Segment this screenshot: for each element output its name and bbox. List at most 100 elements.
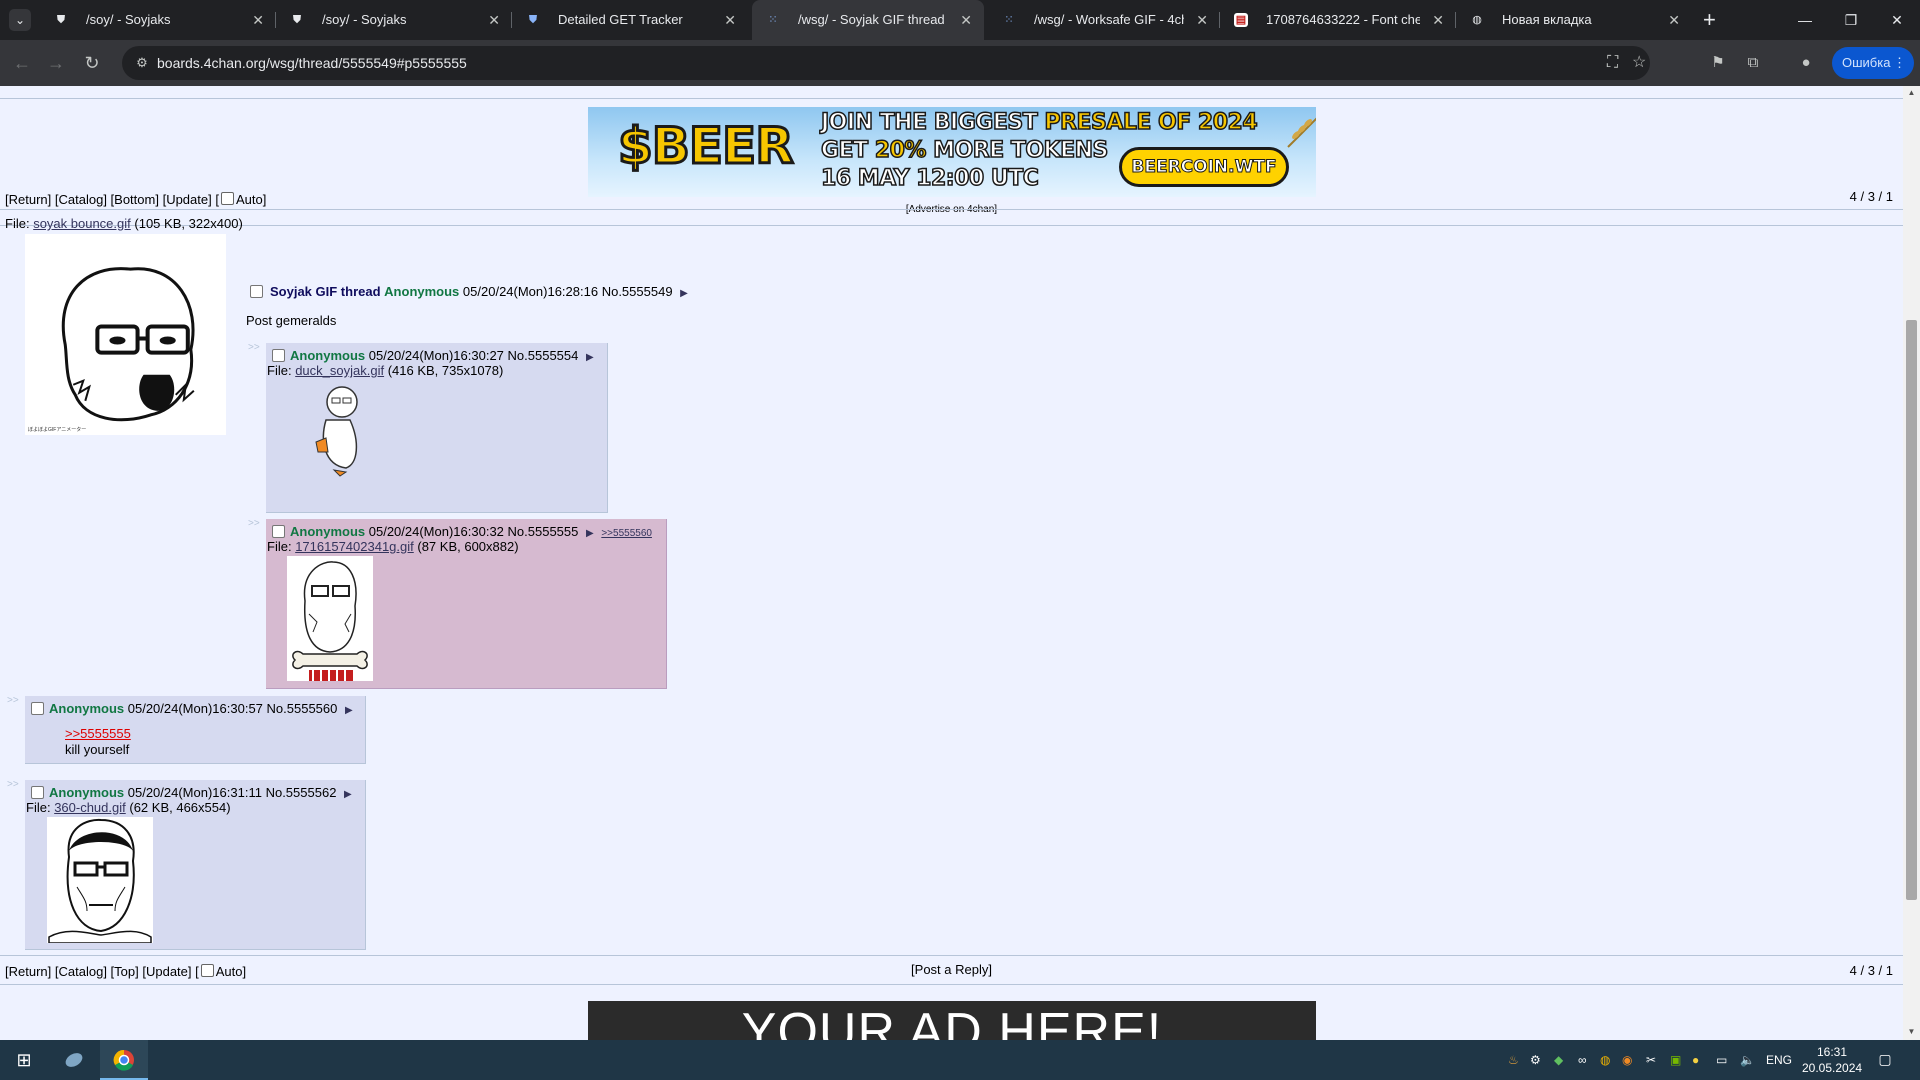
tray-icon-gpu[interactable]: ▣ xyxy=(1670,1040,1681,1080)
tray-icon-steam[interactable]: ⚙ xyxy=(1530,1040,1541,1080)
thread-nav-top: [Return] [Catalog] [Bottom] [Update] [Au… xyxy=(5,192,267,207)
divider xyxy=(0,98,1903,99)
close-icon[interactable]: ✕ xyxy=(960,12,972,28)
reply-post-5555562: Anonymous 05/20/24(Mon)16:31:11 No.55555… xyxy=(25,780,366,950)
app-icon-feather[interactable] xyxy=(50,1040,98,1080)
bottom-link[interactable]: Bottom xyxy=(114,192,155,207)
file-label: File: xyxy=(267,539,292,554)
close-icon[interactable]: ✕ xyxy=(1432,12,1444,28)
forward-icon[interactable]: → xyxy=(44,51,68,75)
extensions-puzzle-icon[interactable]: ⧉ xyxy=(1742,52,1764,74)
tab-search-icon[interactable]: ⌄ xyxy=(9,9,31,31)
reload-icon[interactable]: ↻ xyxy=(80,51,104,75)
tray-icon-tool[interactable]: ✂ xyxy=(1646,1040,1656,1080)
extension-vpn-icon[interactable]: ⚑ xyxy=(1707,52,1729,74)
file-label: File: xyxy=(5,216,30,231)
reply-select-checkbox[interactable] xyxy=(272,525,285,538)
post-menu-button[interactable]: ▶ xyxy=(586,528,594,539)
back-icon[interactable]: ← xyxy=(10,51,34,75)
auto-update-checkbox[interactable] xyxy=(220,192,234,205)
restore-icon[interactable]: ❐ xyxy=(1828,0,1874,40)
profile-avatar-icon[interactable]: ● xyxy=(1795,52,1817,74)
reply-file-link[interactable]: duck_soyjak.gif xyxy=(295,363,384,378)
profile-error-button[interactable]: Ошибка ⋮ xyxy=(1832,47,1914,79)
post-menu-button[interactable]: ▶ xyxy=(344,789,352,800)
new-tab-button[interactable]: + xyxy=(1703,8,1716,32)
catalog-link[interactable]: Catalog xyxy=(59,192,104,207)
scroll-down-icon[interactable]: ▼ xyxy=(1906,1027,1917,1036)
scroll-up-icon[interactable]: ▲ xyxy=(1906,88,1917,97)
post-datetime: 05/20/24(Mon)16:30:27 xyxy=(368,348,504,363)
top-banner-ad[interactable]: $BEER JOIN THE BIGGEST PRESALE OF 2024 G… xyxy=(588,107,1316,197)
ad-line-1: JOIN THE BIGGEST PRESALE OF 2024 xyxy=(820,109,1258,136)
windows-start-icon[interactable]: ⊞ xyxy=(0,1040,48,1080)
reply-thumbnail[interactable] xyxy=(306,380,366,480)
post-number-link[interactable]: No.5555555 xyxy=(508,524,579,539)
ad-line-3-text: 16 MAY 12:00 UTC xyxy=(820,165,1039,192)
tab-soy-1[interactable]: ⛊ /soy/ - Soyjaks ✕ xyxy=(40,0,276,40)
reply-select-checkbox[interactable] xyxy=(272,349,285,362)
clock-time: 16:31 xyxy=(1816,1045,1848,1059)
update-link[interactable]: Update xyxy=(166,192,208,207)
close-icon[interactable]: ✕ xyxy=(1668,12,1680,28)
language-indicator[interactable]: ENG xyxy=(1766,1040,1792,1080)
volume-icon[interactable]: 🔈 xyxy=(1740,1040,1755,1080)
reply-file-link[interactable]: 360-chud.gif xyxy=(54,800,126,815)
close-icon[interactable]: ✕ xyxy=(1196,12,1208,28)
menu-dots-icon[interactable]: ⋮ xyxy=(1893,47,1906,79)
close-icon[interactable]: ✕ xyxy=(252,12,264,28)
tray-icon-fire[interactable]: ♨ xyxy=(1508,1040,1519,1080)
scrollbar-thumb[interactable] xyxy=(1906,320,1917,900)
post-number-link[interactable]: No.5555549 xyxy=(602,284,673,299)
bottom-ad-banner[interactable]: YOUR AD HERE! xyxy=(588,1001,1316,1040)
post-menu-button[interactable]: ▶ xyxy=(586,352,594,363)
tab-get-tracker[interactable]: ⛊ Detailed GET Tracker ✕ xyxy=(512,0,748,40)
app-icon-chrome[interactable] xyxy=(100,1040,148,1080)
close-icon[interactable]: ✕ xyxy=(488,12,500,28)
backlink[interactable]: >>5555560 xyxy=(601,528,652,539)
bookmark-star-icon[interactable]: ☆ xyxy=(1632,54,1646,72)
op-file-link[interactable]: soyak bounce.gif xyxy=(33,216,131,231)
minimize-icon[interactable]: — xyxy=(1782,0,1828,40)
reply-thumbnail[interactable] xyxy=(287,556,373,681)
tray-icon-link[interactable]: ∞ xyxy=(1578,1040,1587,1080)
window-close-icon[interactable]: ✕ xyxy=(1874,0,1920,40)
post-datetime: 05/20/24(Mon)16:31:11 xyxy=(127,785,262,800)
op-select-checkbox[interactable] xyxy=(250,285,263,298)
tray-icon-app[interactable]: ◆ xyxy=(1554,1040,1563,1080)
post-number-link[interactable]: No.5555554 xyxy=(508,348,579,363)
op-thumbnail[interactable]: ぼよぼよGIFアニメーター xyxy=(25,234,226,435)
reply-thumbnail[interactable] xyxy=(47,817,153,943)
site-info-icon[interactable]: ⚙ xyxy=(134,55,150,71)
tab-label: /wsg/ - Soyjak GIF thread - Wo xyxy=(798,12,948,27)
post-menu-button[interactable]: ▶ xyxy=(345,705,353,716)
post-a-reply-link[interactable]: [Post a Reply] xyxy=(911,962,992,977)
reply-select-checkbox[interactable] xyxy=(31,786,44,799)
tray-icon-chrome[interactable]: ◍ xyxy=(1600,1040,1610,1080)
reply-file-link[interactable]: 1716157402341g.gif xyxy=(295,539,414,554)
return-link[interactable]: Return xyxy=(9,192,48,207)
beercoin-cta-button[interactable]: BEERCOIN.WTF xyxy=(1119,147,1289,187)
reply-select-checkbox[interactable] xyxy=(31,702,44,715)
close-icon[interactable]: ✕ xyxy=(724,12,736,28)
taskbar-clock[interactable]: 16:31 20.05.2024 xyxy=(1802,1044,1862,1076)
tab-font-cheat-sheet[interactable]: ▤ 1708764633222 - Font cheat sh ✕ xyxy=(1220,0,1456,40)
clock-date: 20.05.2024 xyxy=(1802,1061,1863,1075)
tray-icon-orange[interactable]: ◉ xyxy=(1622,1040,1632,1080)
post-number-link[interactable]: No.5555562 xyxy=(266,785,337,800)
tab-wsg-soyjak-thread[interactable]: ⁙ /wsg/ - Soyjak GIF thread - Wo ✕ xyxy=(752,0,984,40)
tab-soy-2[interactable]: ⛊ /soy/ - Soyjaks ✕ xyxy=(276,0,512,40)
translate-icon[interactable]: ⛶ xyxy=(1607,54,1618,72)
network-icon[interactable]: ▭ xyxy=(1716,1040,1727,1080)
soyjak-face-image xyxy=(61,267,195,422)
post-number-link[interactable]: No.5555560 xyxy=(267,701,338,716)
reply-message: >>5555555 kill yourself xyxy=(65,726,131,758)
tray-icon-yellow[interactable]: ● xyxy=(1692,1040,1699,1080)
address-bar[interactable]: ⚙ boards.4chan.org/wsg/thread/5555549#p5… xyxy=(122,46,1650,80)
tab-new-tab[interactable]: ◍ Новая вкладка ✕ xyxy=(1456,0,1692,40)
quote-link[interactable]: >>5555555 xyxy=(65,726,131,741)
url-text[interactable]: boards.4chan.org/wsg/thread/5555549#p555… xyxy=(157,54,467,72)
post-menu-button[interactable]: ▶ xyxy=(680,288,688,299)
tab-wsg-worksafe[interactable]: ⁙ /wsg/ - Worksafe GIF - 4chan ✕ xyxy=(988,0,1220,40)
notification-icon[interactable]: ▢ xyxy=(1876,1050,1894,1068)
